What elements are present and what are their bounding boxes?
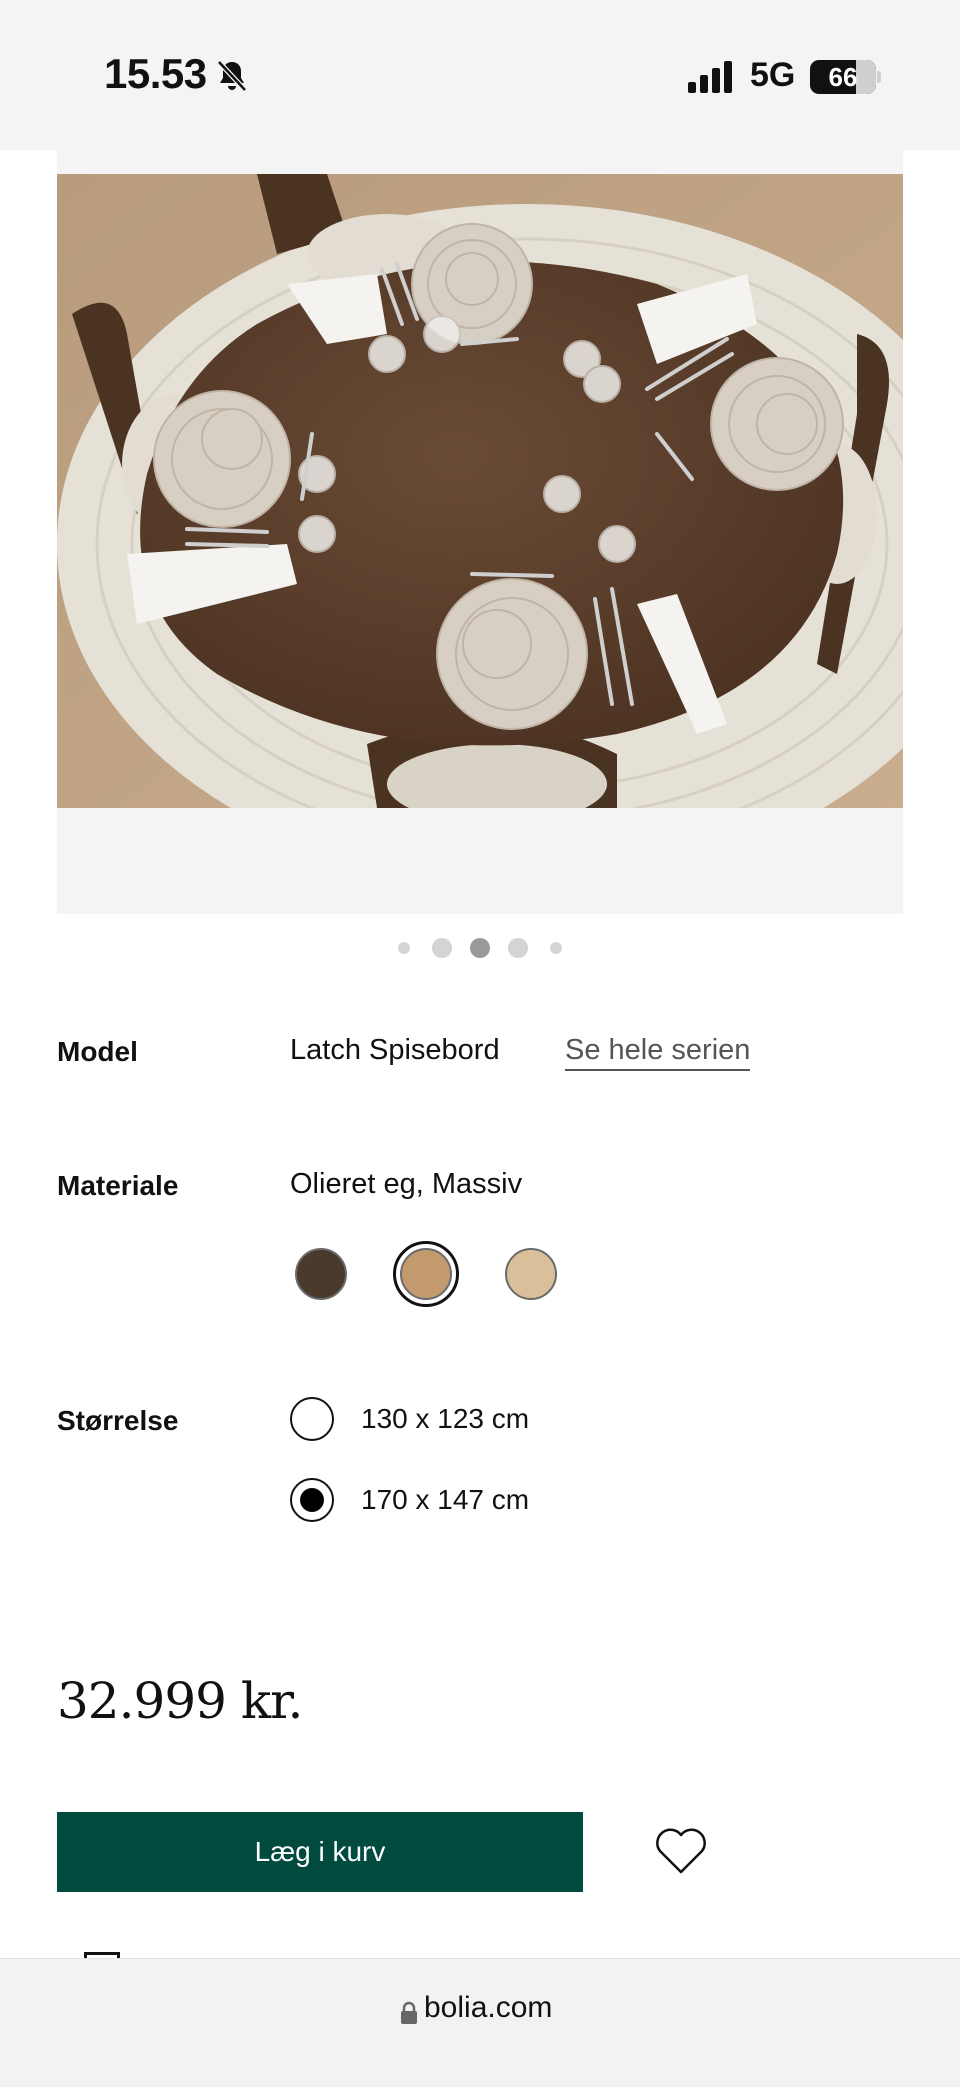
model-label: Model: [57, 1036, 138, 1067]
swatch-smoked-oak[interactable]: [295, 1248, 347, 1300]
battery-tip: [877, 71, 881, 83]
size-option-label[interactable]: 130 x 123 cm: [361, 1403, 529, 1435]
product-price: 32.999 kr.: [57, 1672, 303, 1730]
lock-icon: [401, 2001, 417, 2024]
material-label: Materiale: [57, 1170, 179, 1201]
carousel-dot[interactable]: [432, 938, 452, 958]
size-radio-170[interactable]: [290, 1478, 334, 1522]
size-radio-130[interactable]: [290, 1397, 334, 1441]
heart-icon[interactable]: [654, 1826, 708, 1876]
network-type: 5G: [750, 56, 796, 94]
see-series-link[interactable]: Se hele serien: [565, 1034, 751, 1071]
product-photo[interactable]: [57, 174, 903, 808]
status-bar: 15.53 5G 66: [0, 0, 960, 150]
size-option-label[interactable]: 170 x 147 cm: [361, 1484, 529, 1516]
size-label: Størrelse: [57, 1405, 179, 1436]
url-text[interactable]: bolia.com: [424, 1991, 552, 2025]
swatch-natural-oak[interactable]: [400, 1248, 452, 1300]
carousel-dot[interactable]: [550, 942, 562, 954]
battery-icon: 66: [810, 60, 876, 94]
carousel-indicator[interactable]: [0, 936, 960, 960]
add-to-cart-button[interactable]: Læg i kurv: [57, 1812, 583, 1892]
battery-level: 66: [828, 62, 858, 92]
carousel-dot-active[interactable]: [470, 938, 490, 958]
carousel-dot[interactable]: [398, 942, 410, 954]
status-time: 15.53: [104, 50, 207, 97]
material-value: Olieret eg, Massiv: [290, 1168, 523, 1200]
model-value: Latch Spisebord: [290, 1034, 500, 1066]
swatch-light-oak[interactable]: [505, 1248, 557, 1300]
radio-selected-dot: [300, 1488, 324, 1512]
browser-url-bar[interactable]: bolia.com: [0, 1958, 960, 2087]
signal-icon: [688, 61, 732, 93]
bell-muted-icon: [217, 60, 247, 92]
carousel-dot[interactable]: [508, 938, 528, 958]
